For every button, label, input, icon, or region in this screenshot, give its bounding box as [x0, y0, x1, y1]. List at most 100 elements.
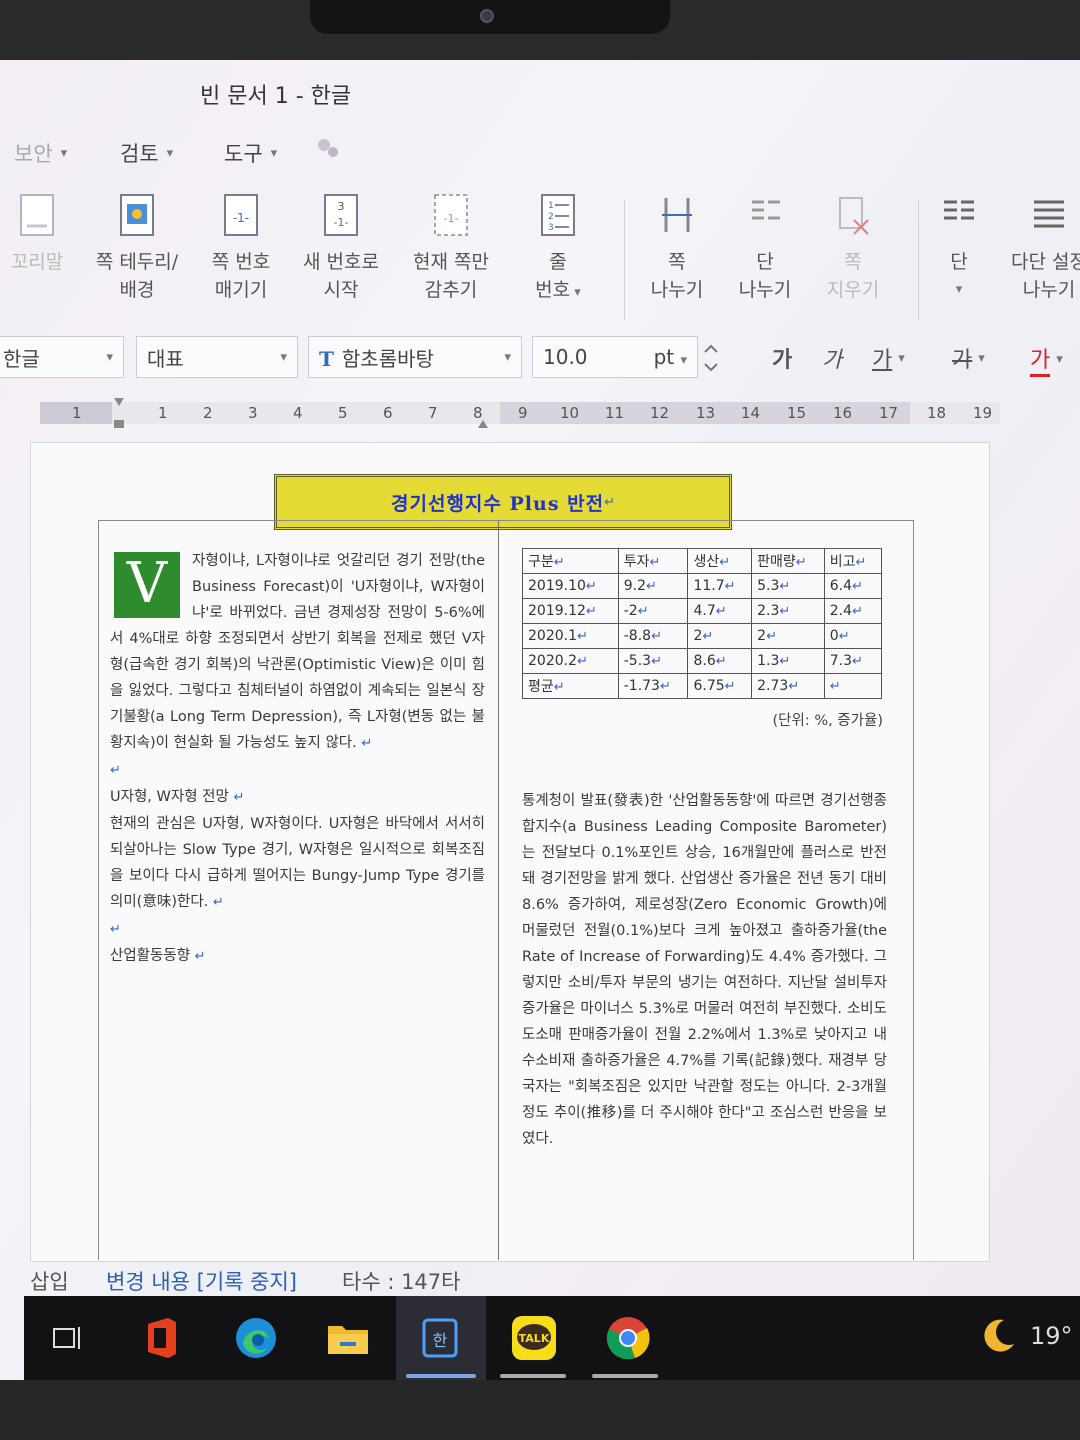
subheading: U자형, W자형 전망 ↵	[110, 784, 485, 811]
italic-button[interactable]: 가	[822, 342, 842, 374]
new-number-button[interactable]: 3 -1- 새 번호로 시작	[286, 192, 396, 304]
table-cell[interactable]: 11.7↵	[687, 573, 753, 599]
chevron-down-icon: ▾	[166, 145, 174, 161]
cell-text: 투자	[623, 554, 650, 570]
page-number-icon: -1-	[224, 194, 258, 236]
underline-button[interactable]: 가 ▾	[872, 342, 905, 374]
table-header-cell[interactable]: 투자↵	[617, 548, 689, 574]
edge-button[interactable]	[228, 1310, 284, 1366]
table-cell[interactable]: 6.4↵	[823, 573, 883, 599]
table-cell[interactable]: 2.73↵	[751, 673, 825, 699]
table-cell[interactable]: 8.6↵	[687, 648, 753, 674]
table-cell[interactable]: 평균↵	[522, 673, 619, 699]
weather-widget[interactable]: 19°	[978, 1316, 1073, 1356]
table-cell[interactable]: 9.2↵	[617, 573, 689, 599]
font-size-value[interactable]: 10.0	[543, 345, 588, 369]
page-border-icon	[120, 194, 154, 236]
return-mark: ↵	[361, 736, 373, 751]
return-mark: ↵	[233, 790, 245, 805]
footer-button[interactable]: 꼬리말	[0, 192, 92, 276]
font-color-button[interactable]: 가 ▾	[1030, 342, 1063, 377]
table-cell[interactable]: -2↵	[617, 598, 689, 624]
style-select[interactable]: 대표 ▾	[136, 336, 298, 378]
ruler-tick: 8	[473, 404, 483, 422]
left-column[interactable]: V 자형이냐, L자형이냐로 엇갈리던 경기 전망(the Business F…	[110, 548, 485, 970]
temperature: 19°	[1030, 1322, 1073, 1350]
table-cell[interactable]: -8.8↵	[617, 623, 689, 649]
hide-page-button[interactable]: -1- 현재 쪽만 감추기	[396, 192, 506, 304]
line-number-icon: 123	[541, 194, 575, 236]
table-cell[interactable]: ↵	[823, 673, 883, 699]
cell-text: 2.3	[757, 603, 780, 619]
table-header-cell[interactable]: 생산↵	[687, 548, 753, 574]
ruler-tick: 1	[158, 404, 168, 422]
cell-text: -2	[623, 603, 638, 619]
track-changes-status[interactable]: 변경 내용 [기록 중지]	[106, 1266, 297, 1296]
return-mark: ↵	[715, 654, 727, 669]
right-column[interactable]: 구분↵ 투자↵ 생산↵ 판매량↵ 비고↵ 2019.10↵ 9.2↵ 11.7↵…	[522, 548, 887, 1152]
line-number-button[interactable]: 123 줄 번호 ▾	[503, 192, 613, 307]
table-cell[interactable]: 2019.12↵	[522, 598, 619, 624]
table-cell[interactable]: 2020.2↵	[522, 648, 619, 674]
footer-icon	[20, 194, 54, 236]
table-header-cell[interactable]: 구분↵	[522, 548, 619, 574]
office-button[interactable]	[134, 1310, 190, 1366]
table-header-cell[interactable]: 비고↵	[823, 548, 883, 574]
multi-column-button[interactable]: 다단 설정 나누기	[994, 192, 1080, 304]
task-view-button[interactable]	[40, 1310, 96, 1366]
delete-page-button[interactable]: 쪽 지우기	[798, 192, 908, 304]
font-select[interactable]: T 함초롬바탕 ▾	[308, 336, 522, 378]
language-select[interactable]: 한글 ▾	[0, 336, 124, 378]
ruler-tick: 9	[518, 404, 528, 422]
menu-tools[interactable]: 도구 ▾	[224, 138, 277, 168]
table-cell[interactable]: 7.3↵	[823, 648, 883, 674]
font-size-select[interactable]: 10.0 pt ▾	[532, 336, 698, 378]
data-table[interactable]: 구분↵ 투자↵ 생산↵ 판매량↵ 비고↵ 2019.10↵ 9.2↵ 11.7↵…	[522, 548, 883, 699]
file-explorer-button[interactable]	[320, 1310, 376, 1366]
return-mark: ↵	[212, 895, 224, 910]
bold-button[interactable]: 가	[772, 342, 792, 374]
horizontal-ruler[interactable]: 1 1 2 3 4 5 6 7 8 9 10 11 12 13 14 15 16…	[0, 394, 1080, 430]
kakaotalk-button[interactable]: TALK	[506, 1310, 562, 1366]
tools-extra-icon[interactable]	[315, 136, 341, 160]
page-border-button[interactable]: 쪽 테두리/ 배경	[82, 192, 192, 304]
table-cell[interactable]: 2.4↵	[823, 598, 883, 624]
chevron-down-icon: ▾	[60, 145, 68, 161]
menu-review[interactable]: 검토 ▾	[120, 138, 173, 168]
table-cell[interactable]: 2.3↵	[751, 598, 825, 624]
insert-mode-status[interactable]: 삽입	[30, 1266, 69, 1296]
ruler-tick: 11	[605, 404, 625, 422]
page-number-button[interactable]: -1- 쪽 번호 매기기	[186, 192, 296, 304]
table-cell[interactable]: 1.3↵	[751, 648, 825, 674]
task-view-icon	[53, 1327, 80, 1349]
table-cell[interactable]: 5.3↵	[751, 573, 825, 599]
chevron-down-icon: ▾	[570, 285, 581, 300]
hwp-button[interactable]: 한	[412, 1310, 468, 1366]
cell-text: 11.7	[693, 578, 725, 594]
cell-text: 8.6	[693, 653, 716, 669]
table-cell[interactable]: 4.7↵	[687, 598, 753, 624]
subheading: 산업활동동향 ↵	[110, 943, 485, 970]
table-cell[interactable]: 0↵	[823, 623, 883, 649]
table-cell[interactable]: -1.73↵	[617, 673, 689, 699]
chrome-button[interactable]	[600, 1310, 656, 1366]
monitor-bezel-bottom	[0, 1380, 1080, 1440]
language-value: 한글	[3, 346, 40, 371]
font-color-glyph: 가	[1030, 342, 1051, 377]
menu-security[interactable]: 보안 ▾	[14, 138, 67, 168]
font-size-stepper[interactable]	[700, 338, 722, 378]
table-cell[interactable]: 2↵	[751, 623, 825, 649]
table-cell[interactable]: 2↵	[687, 623, 753, 649]
table-cell[interactable]: 2020.1↵	[522, 623, 619, 649]
return-mark: ↵	[838, 629, 850, 644]
chevron-down-icon: ▾	[680, 353, 687, 368]
table-cell[interactable]: 2019.10↵	[522, 573, 619, 599]
indent-marker[interactable]	[114, 398, 124, 428]
table-cell[interactable]: -5.3↵	[617, 648, 689, 674]
strike-button[interactable]: 가 ▾	[952, 342, 985, 374]
ruler-tick: 12	[650, 404, 670, 422]
taskbar: 한 TALK 19°	[24, 1296, 1080, 1380]
table-cell[interactable]: 6.75↵	[687, 673, 753, 699]
table-header-cell[interactable]: 판매량↵	[751, 548, 825, 574]
svg-text:2: 2	[548, 212, 554, 222]
